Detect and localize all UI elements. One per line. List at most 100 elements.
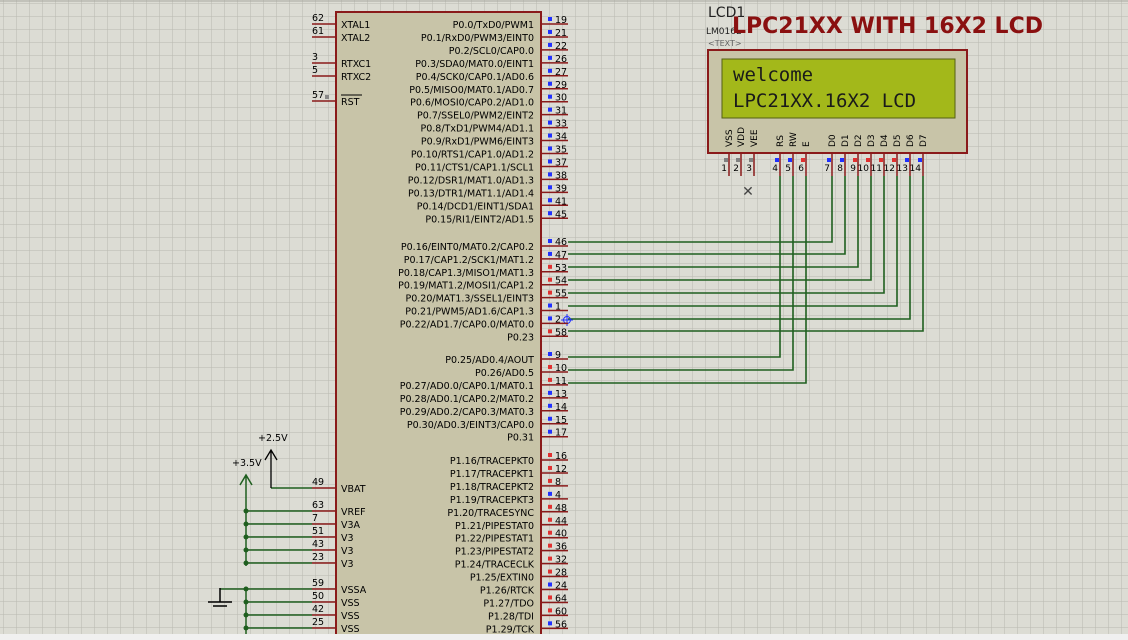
lcd-pin-marker	[749, 158, 753, 162]
right-pin-number: 13	[555, 389, 567, 400]
lcd-line-2: LPC21XX.16X2 LCD	[733, 90, 916, 112]
left-pin-number: 42	[312, 604, 324, 615]
lpc21xx-chip[interactable]: 62XTAL161XTAL23RTXC15RTXC257RST49VBAT63V…	[312, 11, 568, 640]
left-pin-label: V3A	[341, 520, 361, 531]
pin-state-marker	[548, 81, 552, 86]
right-pin-label: P0.17/CAP1.2/SCK1/MAT1.2	[404, 255, 534, 266]
schematic-canvas[interactable]: 62XTAL161XTAL23RTXC15RTXC257RST49VBAT63V…	[0, 0, 1128, 640]
pin-state-marker	[548, 352, 552, 356]
right-pin-label: P0.27/AD0.0/CAP0.1/MAT0.1	[400, 381, 534, 392]
pin-state-marker	[548, 264, 552, 269]
right-pin-number: 37	[555, 157, 567, 168]
pin-state-marker	[548, 543, 552, 548]
pin-state-marker	[548, 403, 552, 408]
right-pin-label: P0.7/SSEL0/PWM2/EINT2	[417, 111, 534, 122]
right-pin-label: P0.16/EINT0/MAT0.2/CAP0.2	[401, 242, 534, 253]
pin-state-marker	[548, 453, 552, 457]
right-pin-number: 35	[555, 145, 567, 156]
pin-state-marker	[548, 569, 552, 574]
right-pin-number: 36	[555, 542, 567, 553]
left-pin-label: V3	[341, 533, 354, 544]
lcd-pin-marker	[918, 158, 922, 162]
right-pin-label: P0.23	[507, 332, 534, 343]
right-pin-label: P1.23/PIPESTAT2	[455, 547, 534, 558]
pin-marker	[325, 95, 329, 99]
lcd-pin-marker	[775, 158, 779, 162]
right-pin-number: 31	[555, 106, 567, 117]
pin-state-marker	[548, 517, 552, 522]
left-pin-label: XTAL1	[341, 20, 370, 31]
right-pin-number: 33	[555, 119, 567, 130]
pin-state-marker	[548, 159, 552, 164]
right-pin-number: 44	[555, 516, 567, 527]
right-pin-label: P0.10/RTS1/CAP1.0/AD1.2	[411, 150, 534, 161]
right-pin-number: 9	[555, 350, 561, 361]
lcd-pin-marker	[866, 158, 870, 162]
pin-state-marker	[548, 29, 552, 34]
pin-state-marker	[548, 172, 552, 177]
pin-state-marker	[548, 491, 552, 496]
left-pin-number: 3	[312, 52, 318, 63]
right-pin-number: 47	[555, 250, 567, 261]
bottom-scroll-strip[interactable]	[0, 634, 1128, 640]
right-pin-label: P1.25/EXTIN0	[470, 573, 534, 584]
right-pin-number: 64	[555, 593, 567, 604]
right-pin-label: P1.22/PIPESTAT1	[455, 534, 534, 545]
lcd-line-1: welcome	[733, 64, 813, 86]
right-pin-label: P0.11/CTS1/CAP1.1/SCL1	[415, 162, 534, 173]
right-pin-label: P0.20/MAT1.3/SSEL1/EINT3	[405, 294, 534, 305]
pin-state-marker	[548, 582, 552, 587]
right-pin-label: P0.13/DTR1/MAT1.1/AD1.4	[408, 188, 534, 199]
lcd-pin-number: 2	[733, 164, 739, 174]
right-pin-number: 55	[555, 289, 567, 300]
pin-state-marker	[548, 42, 552, 47]
left-pin-number: 23	[312, 552, 324, 563]
right-pin-label: P1.18/TRACEPKT2	[450, 482, 534, 493]
lcd-pin-number: 11	[871, 164, 882, 174]
right-pin-number: 19	[555, 15, 567, 26]
right-pin-number: 41	[555, 196, 567, 207]
lcd-pin-number: 1	[721, 164, 727, 174]
left-pin-label: RTXC2	[341, 72, 371, 83]
right-pin-label: P0.31	[507, 433, 534, 444]
pin-state-marker	[548, 185, 552, 190]
left-pin-number: 57	[312, 90, 324, 101]
power-label-3v5: +3.5V	[232, 458, 262, 469]
pin-state-marker	[548, 17, 552, 21]
lcd-pin-number: 8	[837, 164, 843, 174]
right-pin-number: 29	[555, 80, 567, 91]
lcd-pin-number: 5	[785, 164, 791, 174]
lcd-pin-number: 10	[858, 164, 870, 174]
lcd-pin-number: 13	[897, 164, 908, 174]
left-pin-label: VSSA	[341, 585, 367, 596]
pin-state-marker	[548, 211, 552, 216]
pin-state-marker	[548, 429, 552, 434]
pin-state-marker	[548, 377, 552, 382]
right-pin-label: P1.28/TDI	[488, 611, 534, 622]
right-pin-number: 4	[555, 490, 561, 501]
pin-state-marker	[548, 55, 552, 60]
pin-state-marker	[548, 329, 552, 334]
lcd-pin-number: 12	[884, 164, 895, 174]
right-pin-number: 40	[555, 529, 567, 540]
lcd-pin-marker	[840, 158, 844, 162]
right-pin-label: P1.19/TRACEPKT3	[450, 495, 534, 506]
right-pin-number: 45	[555, 209, 567, 220]
right-pin-label: P0.6/MOSI0/CAP0.2/AD1.0	[410, 98, 534, 109]
right-pin-label: P0.3/SDA0/MAT0.0/EINT1	[415, 59, 534, 70]
right-pin-number: 46	[555, 237, 567, 248]
left-pin-number: 7	[312, 513, 318, 524]
right-pin-label: P0.4/SCK0/CAP0.1/AD0.6	[416, 72, 534, 83]
right-pin-number: 21	[555, 28, 567, 39]
left-pin-number: 49	[312, 477, 324, 488]
lcd-pin-label: E	[802, 141, 812, 147]
pin-state-marker	[548, 556, 552, 561]
right-pin-number: 28	[555, 568, 567, 579]
left-pin-number: 62	[312, 13, 324, 24]
right-pin-label: P0.5/MISO0/MAT0.1/AD0.7	[409, 85, 534, 96]
right-pin-label: P1.27/TDO	[483, 598, 534, 609]
left-pin-label: VSS	[341, 624, 360, 635]
right-pin-label: P0.19/MAT1.2/MOSI1/CAP1.2	[398, 281, 534, 292]
pin-state-marker	[548, 68, 552, 73]
right-pin-label: P0.15/RI1/EINT2/AD1.5	[425, 214, 534, 225]
